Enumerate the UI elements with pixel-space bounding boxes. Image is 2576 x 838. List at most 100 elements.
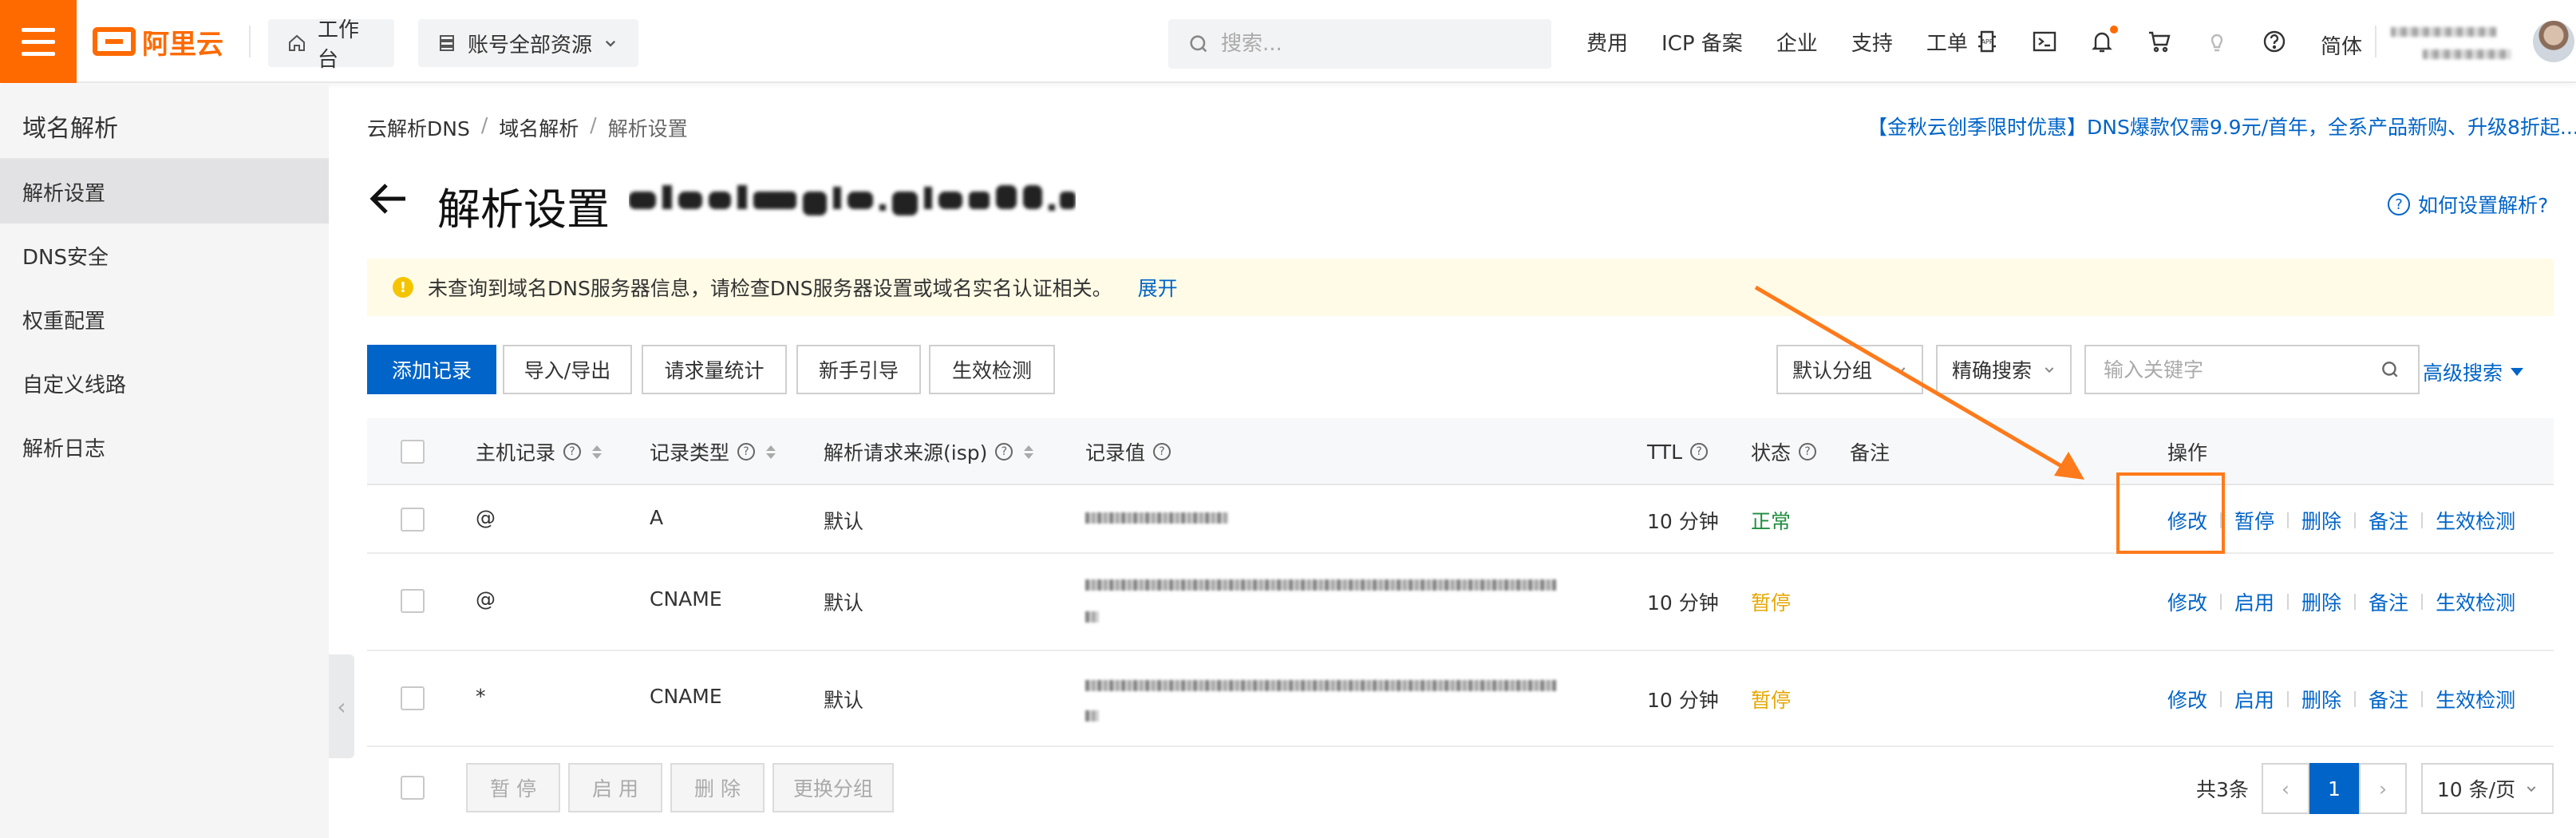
effect-check-button[interactable]: 生效检测: [929, 345, 1055, 394]
group-select[interactable]: 默认分组: [1776, 345, 1923, 394]
bulb-icon[interactable]: [2204, 29, 2230, 54]
aliyun-logo[interactable]: 阿里云: [93, 24, 223, 61]
record-isp: 默认: [824, 689, 864, 712]
promo-banner-link[interactable]: 【金秋云创季限时优惠】DNS爆款仅需9.9元/首年，全系产品新购、升级8折起..…: [1867, 112, 2576, 140]
info-icon[interactable]: ?: [1153, 443, 1171, 461]
workbench-button[interactable]: 工作台: [268, 18, 394, 72]
request-stats-button[interactable]: 请求量统计: [642, 345, 787, 394]
row-checkbox[interactable]: [401, 508, 425, 532]
column-isp[interactable]: 解析请求来源(isp) ?: [824, 418, 1034, 485]
nav-enterprise[interactable]: 企业: [1776, 27, 1818, 57]
sidebar-item-label: 自定义线路: [22, 373, 127, 397]
prev-page-button[interactable]: ‹: [2262, 763, 2309, 814]
enable-link[interactable]: 启用: [2234, 587, 2274, 616]
next-page-button[interactable]: ›: [2359, 763, 2407, 814]
remark-link[interactable]: 备注: [2369, 506, 2408, 535]
batch-change-group-button[interactable]: 更换分组: [772, 763, 894, 812]
info-icon[interactable]: ?: [1799, 443, 1817, 461]
sort-icon[interactable]: [592, 445, 603, 459]
terminal-icon[interactable]: [2032, 29, 2057, 54]
page-size-select[interactable]: 10 条/页: [2421, 763, 2554, 814]
row-checkbox[interactable]: [401, 589, 425, 613]
nav-fees[interactable]: 费用: [1586, 27, 1628, 57]
add-record-button[interactable]: 添加记录: [367, 345, 496, 394]
batch-pause-button[interactable]: 暂 停: [466, 763, 560, 812]
global-search-input[interactable]: [1221, 32, 1524, 56]
page-number-current[interactable]: 1: [2309, 763, 2359, 814]
effect-check-link[interactable]: 生效检测: [2436, 506, 2515, 535]
keyword-search-field[interactable]: [2084, 345, 2420, 394]
enable-link[interactable]: 启用: [2234, 685, 2274, 713]
sort-icon[interactable]: [766, 445, 776, 459]
remark-link[interactable]: 备注: [2369, 685, 2408, 713]
redacted-account-line: [2423, 49, 2511, 59]
edit-link[interactable]: 修改: [2167, 685, 2207, 713]
notification-button[interactable]: [2089, 26, 2118, 54]
effect-check-link[interactable]: 生效检测: [2436, 685, 2515, 713]
cart-icon[interactable]: [2147, 29, 2172, 54]
sidebar-item-custom-lines[interactable]: 自定义线路: [0, 351, 329, 415]
import-export-button[interactable]: 导入/导出: [503, 345, 632, 394]
row-actions: 修改 启用 删除 备注 生效检测: [2167, 587, 2515, 616]
global-search[interactable]: [1168, 19, 1551, 69]
row-actions: 修改 暂停 删除 备注 生效检测: [2167, 506, 2515, 535]
record-isp: 默认: [824, 591, 864, 615]
row-checkbox[interactable]: [401, 686, 425, 710]
chevron-down-icon: [1896, 367, 1906, 374]
nav-support[interactable]: 支持: [1851, 27, 1893, 57]
divider: [2421, 512, 2424, 528]
record-isp: 默认: [824, 510, 864, 533]
batch-delete-button[interactable]: 删 除: [670, 763, 765, 812]
info-icon[interactable]: ?: [737, 443, 756, 461]
info-icon[interactable]: ?: [995, 443, 1013, 461]
nav-icp[interactable]: ICP 备案: [1661, 27, 1743, 57]
effect-check-link[interactable]: 生效检测: [2436, 587, 2515, 616]
help-icon[interactable]: [2262, 29, 2287, 54]
app-icon[interactable]: APP: [1974, 29, 2000, 54]
divider: [2287, 691, 2290, 707]
sidebar-title: 域名解析: [22, 115, 118, 143]
edit-link[interactable]: 修改: [2167, 587, 2207, 616]
batch-enable-button[interactable]: 启 用: [568, 763, 662, 812]
back-arrow-icon[interactable]: [367, 177, 410, 220]
info-icon[interactable]: ?: [563, 443, 582, 461]
account-name[interactable]: [2391, 18, 2519, 69]
footer-select-all-checkbox[interactable]: [401, 776, 425, 800]
breadcrumb-item[interactable]: 云解析DNS: [367, 113, 470, 142]
logo-text: 阿里云: [142, 28, 223, 61]
nav-tickets[interactable]: 工单: [1926, 27, 1968, 57]
redacted-record-value: [1085, 579, 1556, 591]
delete-link[interactable]: 删除: [2301, 587, 2341, 616]
remark-link[interactable]: 备注: [2369, 587, 2408, 616]
delete-link[interactable]: 删除: [2301, 685, 2341, 713]
sidebar-collapse-handle[interactable]: ‹: [329, 654, 354, 758]
delete-link[interactable]: 删除: [2301, 506, 2341, 535]
divider: [2421, 594, 2424, 610]
search-mode-select[interactable]: 精确搜索: [1936, 345, 2072, 394]
guide-button[interactable]: 新手引导: [796, 345, 921, 394]
help-link[interactable]: ? 如何设置解析?: [2388, 190, 2548, 219]
sidebar-item-weight-config[interactable]: 权重配置: [0, 287, 329, 351]
search-icon[interactable]: [2380, 359, 2400, 380]
column-label: TTL: [1647, 440, 1683, 464]
top-nav-links: 费用 ICP 备案 企业 支持 工单: [1586, 0, 1968, 83]
breadcrumb-item[interactable]: 域名解析: [499, 113, 579, 142]
pause-link[interactable]: 暂停: [2234, 506, 2274, 535]
sort-icon[interactable]: [1024, 445, 1034, 459]
column-type[interactable]: 记录类型 ?: [650, 418, 776, 485]
sidebar-item-resolution-logs[interactable]: 解析日志: [0, 415, 329, 479]
sidebar-item-dns-security[interactable]: DNS安全: [0, 223, 329, 287]
alert-expand-link[interactable]: 展开: [1138, 273, 1178, 302]
edit-link[interactable]: 修改: [2167, 506, 2207, 535]
select-all-checkbox[interactable]: [401, 440, 425, 464]
info-icon[interactable]: ?: [1690, 443, 1709, 461]
language-switch[interactable]: 简体: [2321, 30, 2362, 60]
avatar[interactable]: [2533, 21, 2574, 62]
advanced-search-toggle[interactable]: 高级搜索: [2423, 358, 2524, 386]
resources-dropdown[interactable]: 账号全部资源: [418, 19, 638, 67]
column-host[interactable]: 主机记录 ?: [476, 418, 603, 485]
keyword-search-input[interactable]: [2104, 358, 2359, 381]
menu-icon[interactable]: [0, 0, 77, 83]
column-actions: 操作: [2167, 418, 2207, 485]
sidebar-item-resolution-settings[interactable]: 解析设置: [0, 160, 329, 223]
